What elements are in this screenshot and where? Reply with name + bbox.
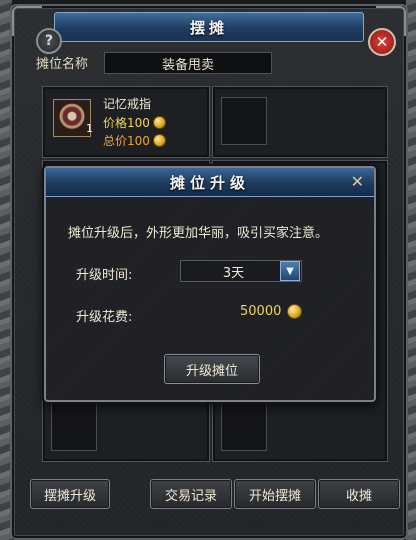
gold-coin-icon	[152, 116, 166, 129]
upgrade-dialog: 摊位升级 ✕ 摊位升级后，外形更加华丽，吸引买家注意。 升级时间: 3天 ▼ 升…	[44, 166, 376, 402]
item-total: 总价100	[103, 132, 166, 149]
stall-upgrade-button[interactable]: 摆摊升级	[30, 479, 110, 509]
dialog-message: 摊位升级后，外形更加华丽，吸引买家注意。	[68, 226, 329, 241]
item-total-text: 总价100	[103, 134, 150, 148]
close-icon[interactable]: ✕	[368, 28, 396, 56]
gold-coin-icon	[287, 304, 303, 319]
upgrade-time-select[interactable]: 3天 ▼	[180, 260, 302, 282]
upgrade-stall-button[interactable]: 升级摊位	[164, 354, 260, 384]
upgrade-time-value: 3天	[222, 265, 245, 281]
item-count: 1	[86, 122, 93, 135]
stall-name-input[interactable]: 装备甩卖	[104, 52, 272, 74]
trade-log-button[interactable]: 交易记录	[150, 479, 232, 509]
item-slot-1[interactable]: 1 记忆戒指 价格100 总价100	[42, 86, 210, 158]
item-slot-2[interactable]	[212, 86, 388, 158]
upgrade-cost-label: 升级花费:	[76, 310, 133, 325]
empty-slot-frame	[221, 397, 267, 451]
stall-name-label: 摊位名称	[36, 57, 89, 72]
start-stall-button[interactable]: 开始摆摊	[234, 479, 316, 509]
upgrade-time-label: 升级时间:	[76, 268, 133, 283]
item-name: 记忆戒指	[103, 97, 152, 111]
upgrade-cost: 50000	[240, 304, 303, 319]
gold-coin-icon	[152, 134, 166, 147]
item-price-text: 价格100	[103, 116, 150, 130]
empty-slot-frame	[221, 97, 267, 145]
empty-slot-frame	[51, 397, 97, 451]
close-icon[interactable]: ✕	[351, 172, 364, 191]
dialog-title: 摊位升级	[46, 168, 374, 197]
stall-name-row: 摊位名称	[36, 53, 88, 72]
help-icon[interactable]: ?	[36, 28, 62, 54]
upgrade-cost-value: 50000	[240, 304, 282, 319]
window-title: 摆摊	[54, 12, 364, 42]
frame-corner-left	[12, 6, 42, 36]
close-stall-button[interactable]: 收摊	[318, 479, 400, 509]
item-price: 价格100	[103, 114, 166, 131]
chevron-down-icon[interactable]: ▼	[280, 261, 300, 281]
